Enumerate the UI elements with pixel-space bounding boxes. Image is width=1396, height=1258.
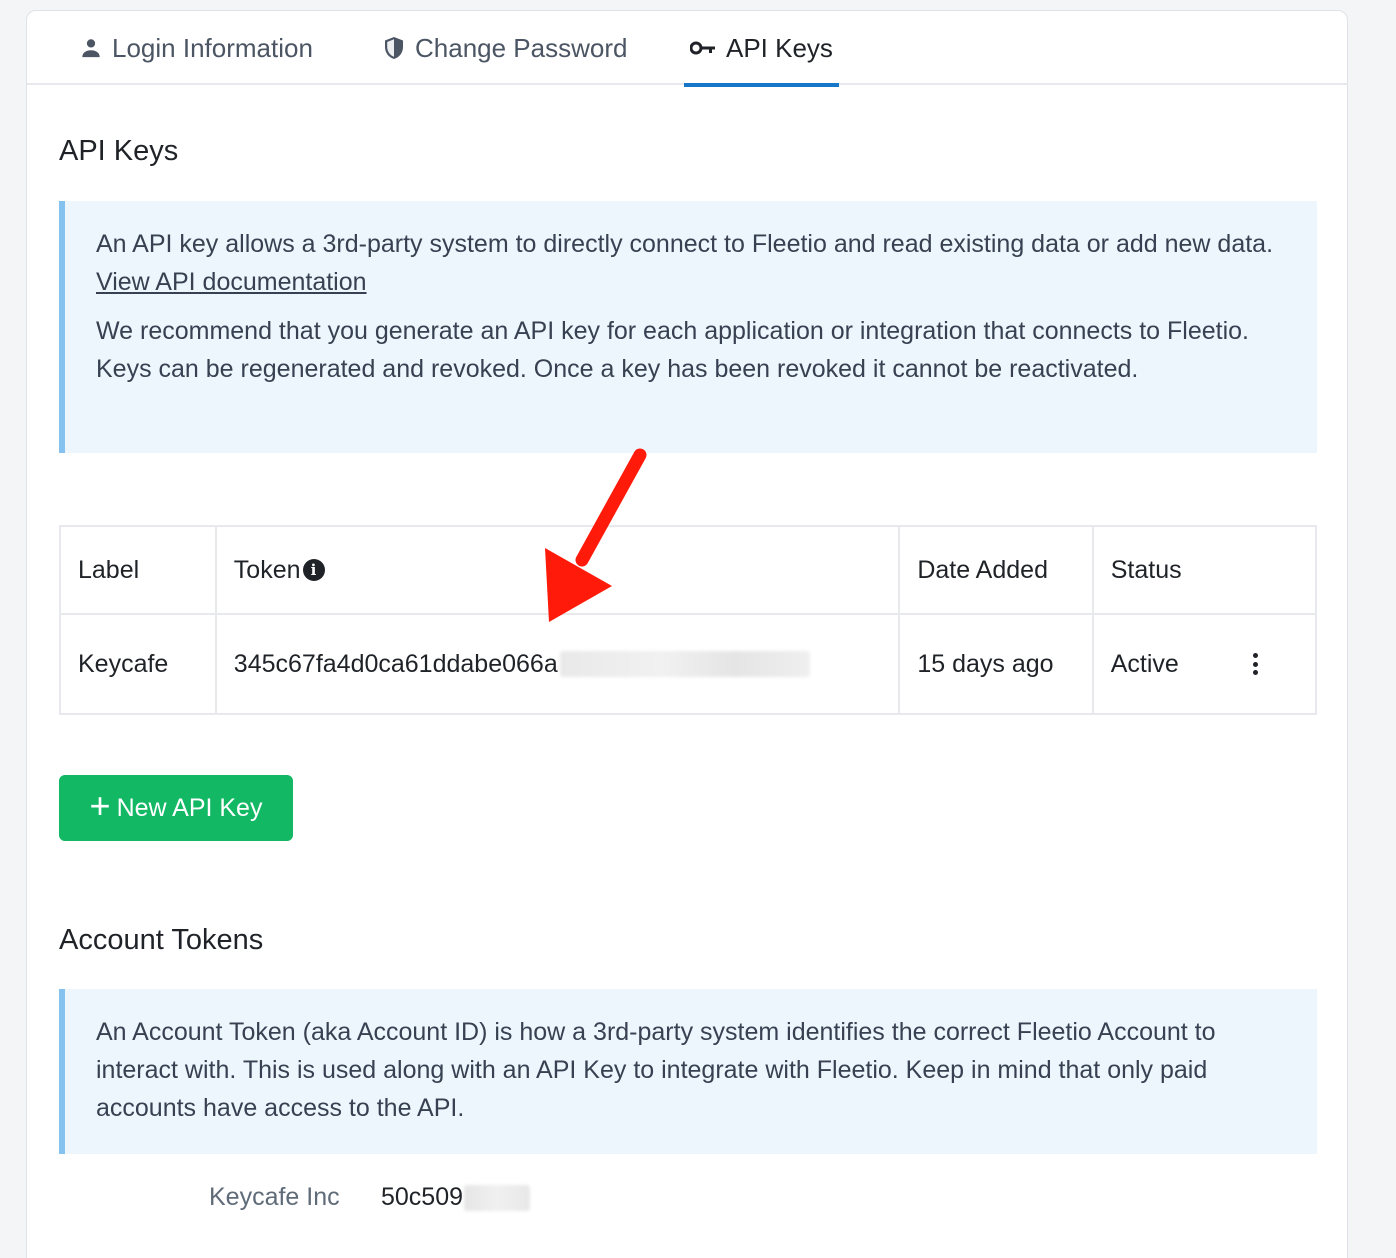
new-api-key-button[interactable]: + New API Key [59,775,293,841]
account-token-text: 50c509 [381,1183,464,1211]
status-cell: Active [1091,613,1318,715]
api-keys-info-callout: An API key allows a 3rd-party system to … [59,201,1317,453]
account-tokens-info-callout: An Account Token (aka Account ID) is how… [59,989,1317,1154]
table-row: Keycafe 345c67fa4d0ca61ddabe066a 15 days… [59,613,1318,715]
plus-icon: + [89,785,111,826]
tab-label: API Keys [726,32,833,63]
tab-login-information[interactable]: Login Information [80,11,313,85]
column-header-token: Token i [214,525,901,615]
account-token[interactable]: 50c509 [381,1183,531,1212]
date-added-cell: 15 days ago [898,613,1094,715]
header-text: Status [1110,555,1182,584]
column-header-date-added: Date Added [898,525,1094,615]
column-header-label: Label [59,525,217,615]
row-actions-menu-icon[interactable] [1245,650,1265,678]
tab-change-password[interactable]: Change Password [383,11,627,85]
account-tokens-info-text: An Account Token (aka Account ID) is how… [96,1018,1216,1122]
redacted-account-token-blur [464,1184,531,1211]
column-header-status: Status [1091,525,1318,615]
tab-bar: Login Information Change Password API Ke… [27,11,1347,87]
key-label-cell: Keycafe [59,613,217,715]
key-token-cell[interactable]: 345c67fa4d0ca61ddabe066a [214,613,901,715]
view-api-documentation-link[interactable]: View API documentation [96,268,367,296]
person-icon [80,37,102,59]
header-text: Token [233,555,301,584]
header-text: Label [78,555,140,584]
account-tokens-heading: Account Tokens [59,924,264,956]
info-text: An API key allows a 3rd-party system to … [96,230,1274,258]
tab-api-keys[interactable]: API Keys [684,11,839,87]
table-header-row: Label Token i Date Added Status [59,525,1318,615]
header-text: Date Added [917,555,1048,584]
token-text: 345c67fa4d0ca61ddabe066a [233,649,558,678]
info-paragraph: An API key allows a 3rd-party system to … [96,225,1287,301]
info-paragraph-2: We recommend that you generate an API ke… [96,317,1249,383]
tab-label: Change Password [415,32,628,63]
info-icon[interactable]: i [302,558,325,581]
tab-label: Login Information [112,32,313,63]
settings-card: Login Information Change Password API Ke… [26,10,1348,1258]
shield-icon [383,36,405,60]
button-label: New API Key [116,793,263,822]
api-keys-heading: API Keys [59,135,179,167]
account-name: Keycafe Inc [209,1183,340,1211]
status-text: Active [1110,649,1179,678]
key-icon [690,40,716,56]
redacted-token-blur [559,651,810,677]
api-keys-table: Label Token i Date Added Status Keycafe 3… [59,525,1318,715]
